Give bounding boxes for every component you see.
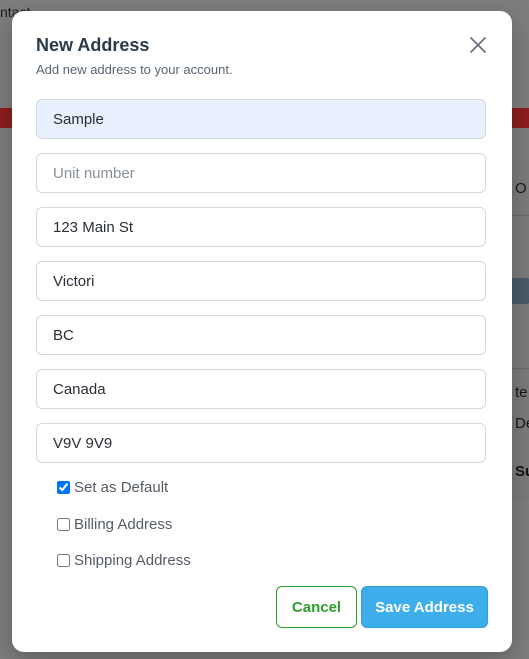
province-input[interactable] (36, 315, 486, 355)
background-divider (510, 215, 529, 216)
new-address-dialog: New Address Add new address to your acco… (12, 11, 512, 652)
background-text: Del (515, 415, 529, 432)
billing-address-option[interactable]: Billing Address (56, 516, 172, 533)
dialog-subtitle: Add new address to your account. (36, 62, 233, 77)
set-default-checkbox[interactable] (57, 481, 70, 494)
shipping-address-label: Shipping Address (74, 552, 191, 569)
close-button[interactable] (466, 33, 490, 57)
background-product-thumbnail (512, 278, 529, 304)
set-default-option[interactable]: Set as Default (56, 479, 168, 496)
dialog-title: New Address (36, 35, 150, 55)
save-address-button[interactable]: Save Address (361, 586, 488, 628)
shipping-address-checkbox[interactable] (57, 554, 70, 567)
background-right-panel (510, 160, 529, 500)
billing-address-label: Billing Address (74, 516, 173, 533)
unit-number-input[interactable] (36, 153, 486, 193)
address-name-input[interactable] (36, 99, 486, 139)
city-input[interactable] (36, 261, 486, 301)
background-text: O (515, 180, 527, 197)
set-default-label: Set as Default (74, 479, 169, 496)
background-divider (510, 368, 529, 369)
street-input[interactable] (36, 207, 486, 247)
country-input[interactable] (36, 369, 486, 409)
billing-address-checkbox[interactable] (57, 518, 70, 531)
close-icon (470, 37, 486, 53)
postal-code-input[interactable] (36, 423, 486, 463)
background-text: te (515, 384, 528, 401)
shipping-address-option[interactable]: Shipping Address (56, 552, 191, 569)
background-text: Sub (515, 463, 529, 480)
cancel-button[interactable]: Cancel (276, 586, 357, 628)
